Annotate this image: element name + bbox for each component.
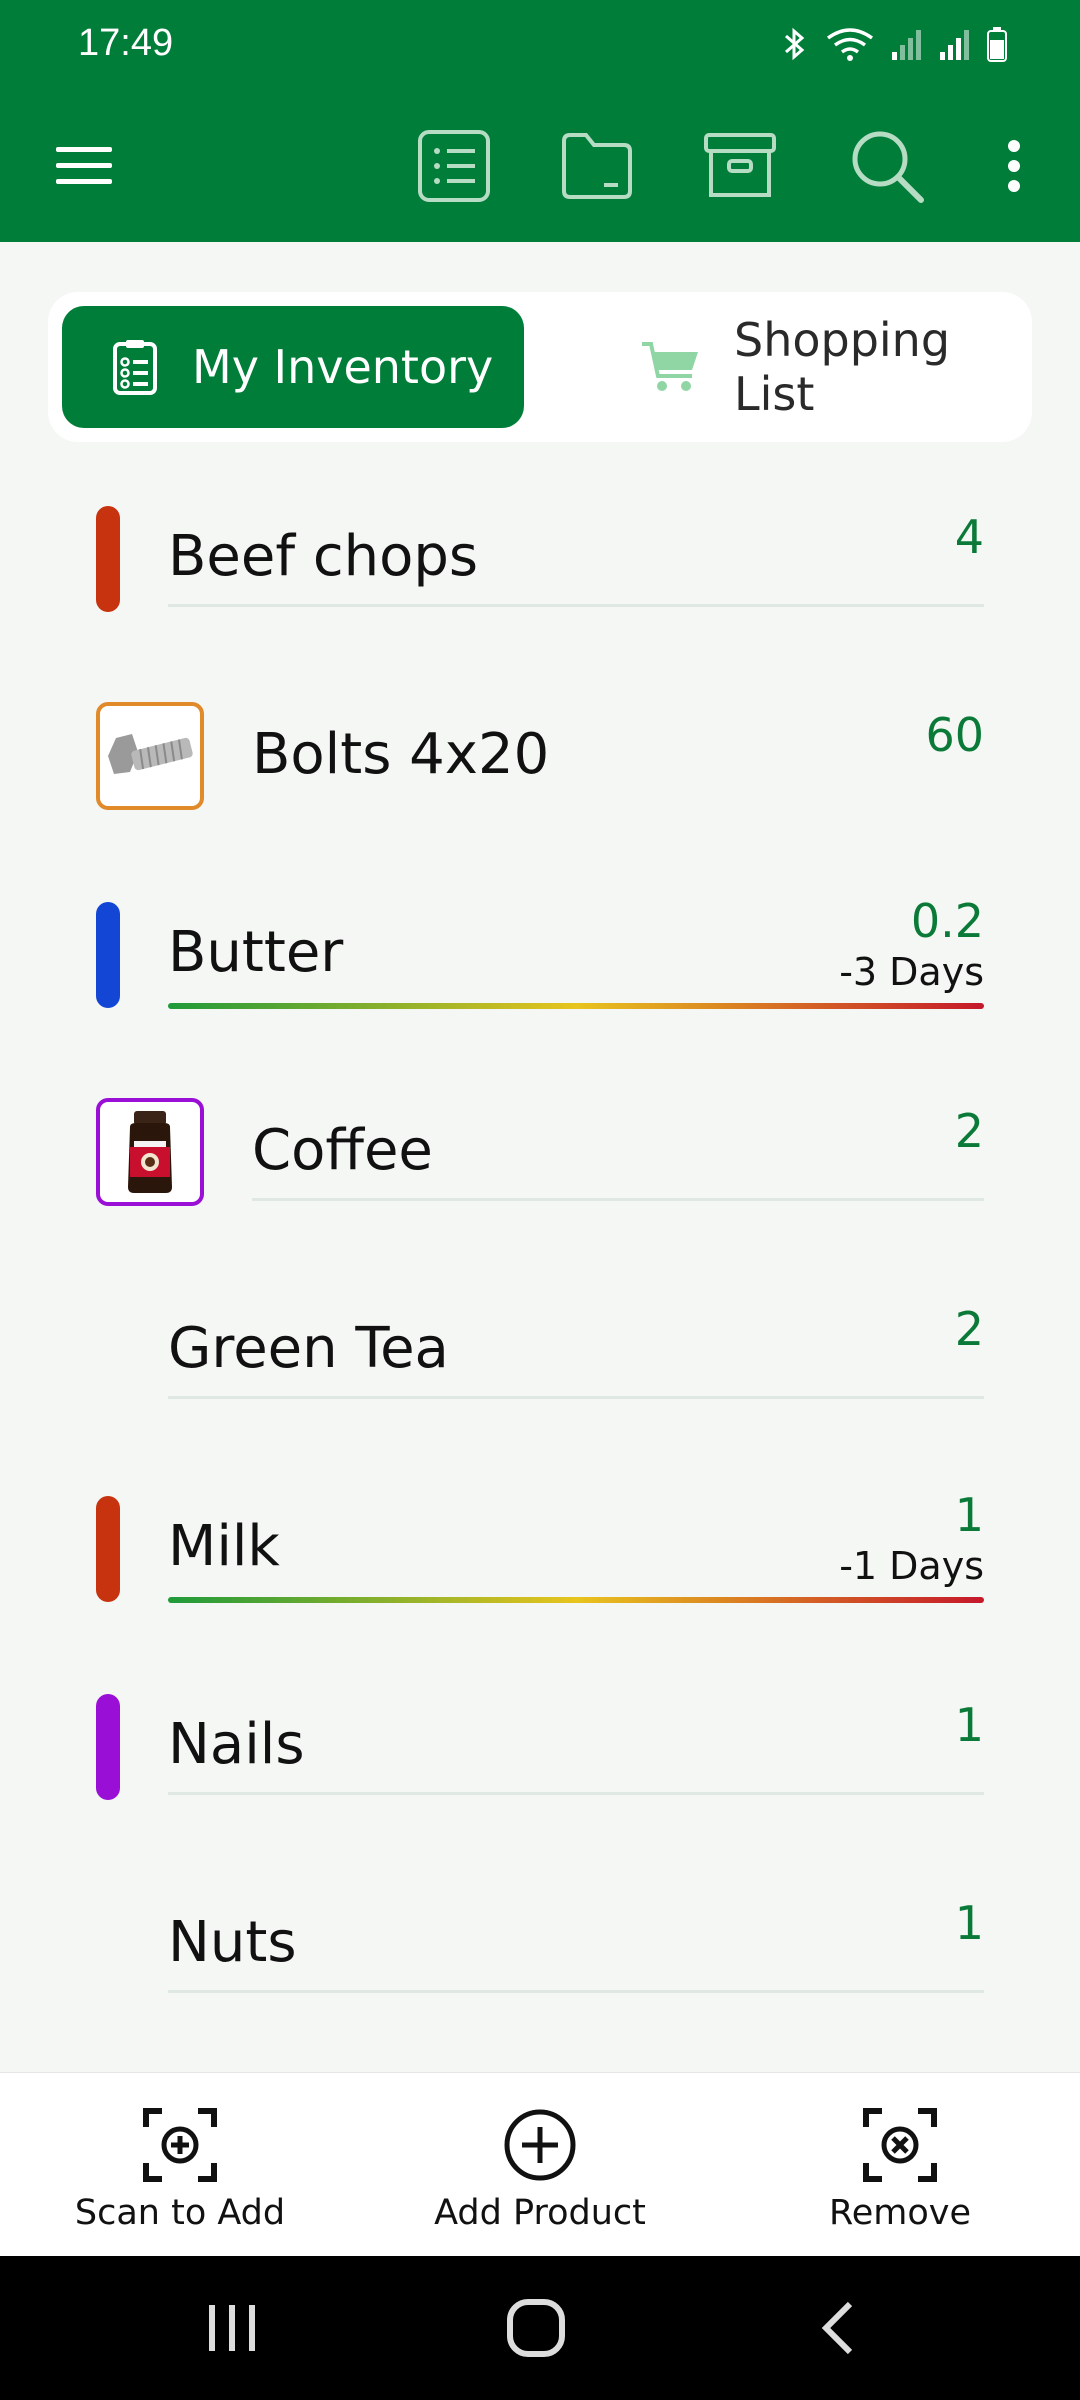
bluetooth-icon xyxy=(785,27,805,61)
divider xyxy=(168,604,984,607)
content-area: My Inventory Shopping List Beef chops 4 … xyxy=(0,242,1080,2072)
scan-remove-icon xyxy=(862,2103,938,2187)
bolt-icon xyxy=(96,702,204,810)
search-icon[interactable] xyxy=(837,116,937,216)
item-name: Green Tea xyxy=(168,1316,449,1381)
item-name: Coffee xyxy=(252,1118,433,1183)
signal-icon xyxy=(940,30,969,60)
system-nav-bar xyxy=(0,2256,1080,2400)
status-icons xyxy=(780,26,1008,62)
battery-icon xyxy=(987,27,1007,62)
scan-add-icon xyxy=(142,2103,218,2187)
status-bar: 17:49 xyxy=(0,0,1080,90)
item-quantity: 2 xyxy=(954,1104,984,1158)
item-quantity: 1 xyxy=(954,1698,984,1752)
bottom-action-label: Scan to Add xyxy=(74,2193,286,2233)
coffee-jar-icon xyxy=(96,1098,204,1206)
cart-icon xyxy=(640,338,702,396)
item-name: Milk xyxy=(168,1514,280,1579)
expiry-progress-bar xyxy=(168,1003,984,1009)
bottom-action-bar: Scan to Add Add Product Remove xyxy=(0,2072,1080,2256)
inventory-tabs: My Inventory Shopping List xyxy=(48,292,1032,442)
category-color-bar xyxy=(96,902,120,1008)
list-item[interactable]: Beef chops 4 xyxy=(0,474,1080,672)
folder-icon[interactable] xyxy=(547,116,647,216)
item-quantity: 0.2 xyxy=(910,894,984,948)
tab-shopping-list[interactable]: Shopping List xyxy=(578,306,1032,428)
list-item[interactable]: Butter 0.2 -3 Days xyxy=(0,870,1080,1068)
tab-label: My Inventory xyxy=(192,340,494,394)
item-quantity: 60 xyxy=(925,708,984,762)
app-toolbar xyxy=(0,90,1080,242)
item-name: Beef chops xyxy=(168,524,479,589)
divider xyxy=(168,1990,984,1993)
tab-my-inventory[interactable]: My Inventory xyxy=(62,306,524,428)
archive-icon[interactable] xyxy=(690,116,790,216)
list-item[interactable]: Nuts 1 xyxy=(0,1860,1080,2058)
item-quantity: 1 xyxy=(954,1896,984,1950)
list-item[interactable]: Milk 1 -1 Days xyxy=(0,1464,1080,1662)
category-color-bar xyxy=(96,1694,120,1800)
list-item[interactable]: Bolts 4x20 60 xyxy=(0,672,1080,870)
item-quantity: 2 xyxy=(954,1302,984,1356)
add-product-button[interactable]: Add Product xyxy=(390,2073,690,2257)
clipboard-icon xyxy=(112,338,158,396)
home-icon[interactable] xyxy=(476,2278,596,2378)
back-icon[interactable] xyxy=(778,2278,898,2378)
menu-icon[interactable] xyxy=(34,116,134,216)
expiry-progress-bar xyxy=(168,1597,984,1603)
divider xyxy=(168,1396,984,1399)
more-vert-icon[interactable] xyxy=(964,116,1064,216)
tab-label: Shopping List xyxy=(734,313,951,421)
item-expiry-days: -1 Days xyxy=(839,1544,984,1588)
remove-button[interactable]: Remove xyxy=(750,2073,1050,2257)
bottom-action-label: Remove xyxy=(828,2193,972,2233)
category-color-bar xyxy=(96,1496,120,1602)
divider xyxy=(252,1198,984,1201)
list-item[interactable]: Nails 1 xyxy=(0,1662,1080,1860)
add-circle-icon xyxy=(502,2103,578,2187)
wifi-icon xyxy=(826,28,874,61)
item-name: Nails xyxy=(168,1712,305,1777)
scan-to-add-button[interactable]: Scan to Add xyxy=(30,2073,330,2257)
recent-apps-icon[interactable] xyxy=(172,2278,292,2378)
divider xyxy=(168,1792,984,1795)
item-name: Bolts 4x20 xyxy=(252,722,550,787)
item-quantity: 1 xyxy=(954,1488,984,1542)
list-item[interactable]: Coffee 2 xyxy=(0,1068,1080,1266)
bottom-action-label: Add Product xyxy=(434,2193,646,2233)
item-name: Nuts xyxy=(168,1910,297,1975)
list-item[interactable]: Green Tea 2 xyxy=(0,1266,1080,1464)
list-icon[interactable] xyxy=(404,116,504,216)
category-color-bar xyxy=(96,506,120,612)
item-expiry-days: -3 Days xyxy=(839,950,984,994)
item-name: Butter xyxy=(168,920,344,985)
item-quantity: 4 xyxy=(954,510,984,564)
status-time: 17:49 xyxy=(78,22,174,64)
signal-icon xyxy=(892,30,921,60)
